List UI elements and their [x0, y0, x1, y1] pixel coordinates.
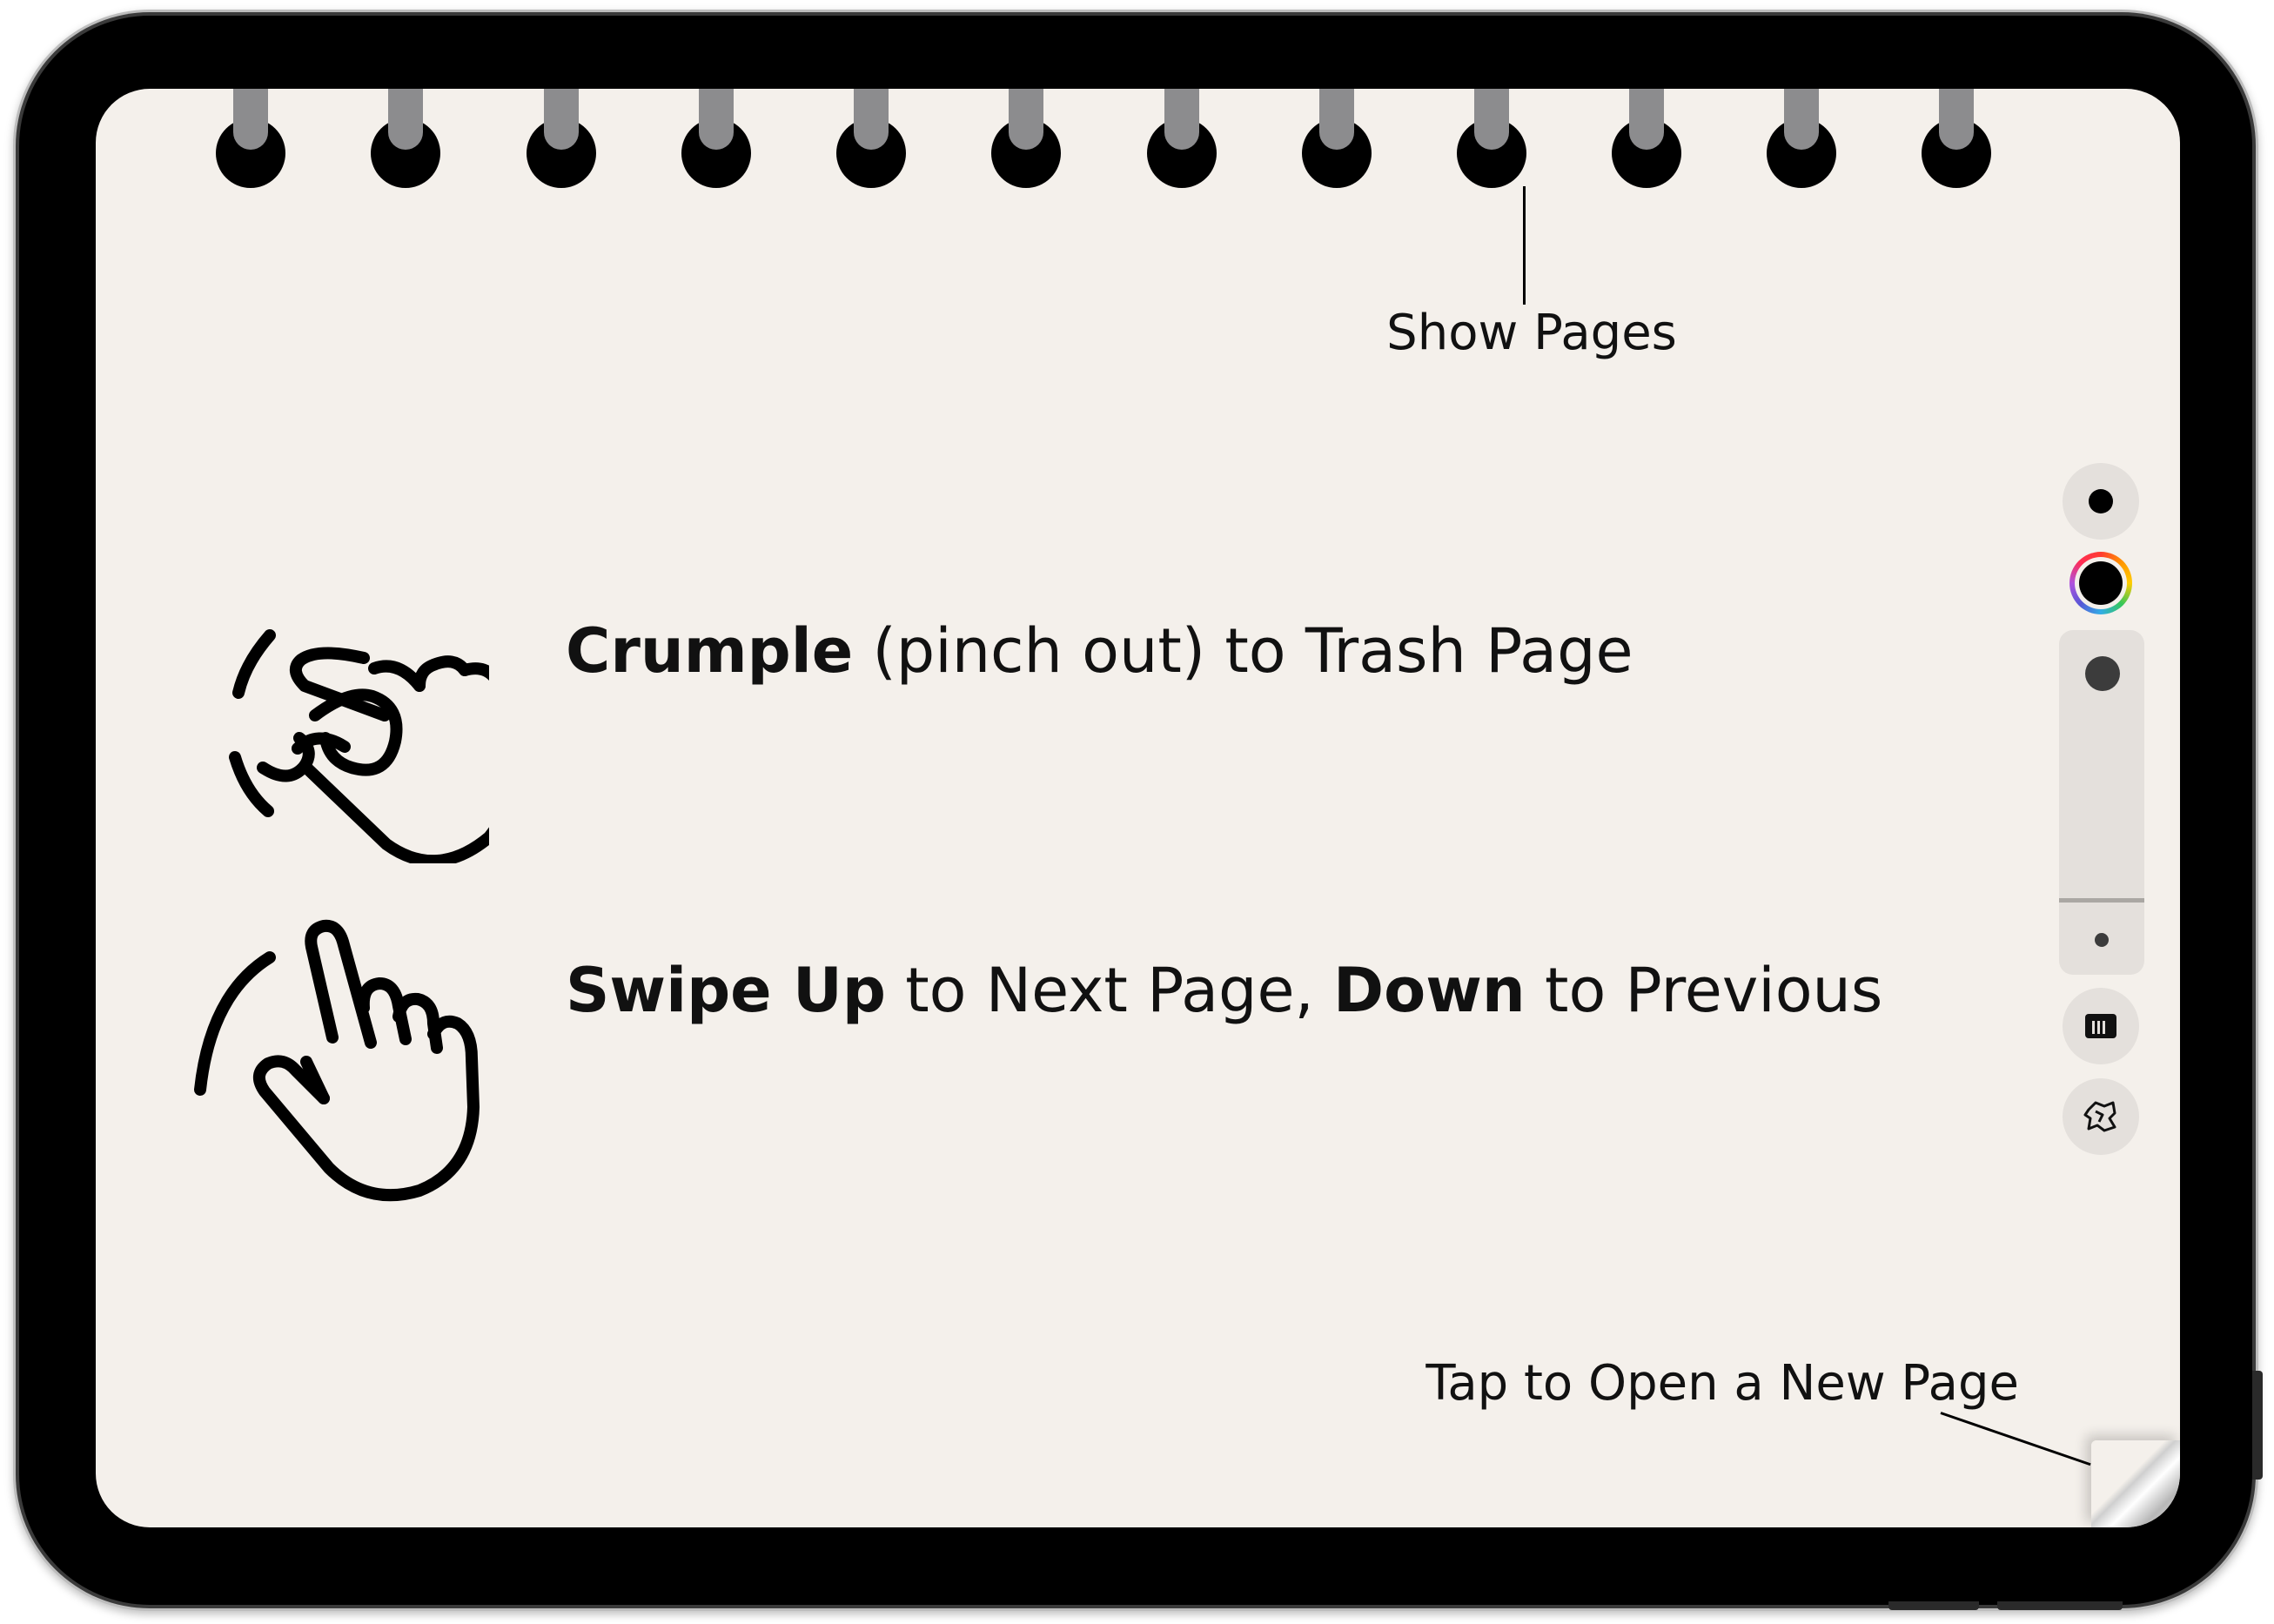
side-button [2252, 1371, 2263, 1480]
swipe-up-bold: Swipe Up [566, 955, 886, 1026]
crumple-bold: Crumple [566, 615, 854, 687]
spiral-ring[interactable] [369, 89, 442, 193]
spiral-ring[interactable] [989, 89, 1063, 193]
spiral-ring[interactable] [1145, 89, 1218, 193]
small-size-dot[interactable] [2095, 933, 2109, 947]
crumple-paper-icon [2083, 1101, 2116, 1132]
show-pages-label: Show Pages [1386, 305, 1677, 361]
notebook-page: Show Pages Crumple (pinch out) to Trash … [96, 89, 2180, 1527]
crumple-button[interactable] [2063, 1078, 2139, 1155]
stroke-size-slider[interactable] [2059, 630, 2144, 975]
spiral-ring[interactable] [1455, 89, 1528, 193]
notebook-button[interactable] [2063, 988, 2139, 1064]
current-color-swatch [2079, 561, 2123, 605]
spiral-ring[interactable] [1300, 89, 1373, 193]
show-pages-callout-line [1523, 186, 1526, 305]
volume-button [1888, 1601, 1979, 1610]
spiral-ring[interactable] [680, 89, 753, 193]
spiral-ring[interactable] [1610, 89, 1683, 193]
swipe-instruction: Swipe Up to Next Page, Down to Previous [566, 955, 1882, 1026]
swipe-down-bold: Down [1333, 955, 1526, 1026]
slider-divider [2059, 898, 2144, 903]
crumple-instruction: Crumple (pinch out) to Trash Page [566, 615, 1633, 687]
slider-knob[interactable] [2085, 656, 2120, 691]
spiral-ring[interactable] [214, 89, 287, 193]
swipe-rest: to Previous [1525, 955, 1883, 1026]
crumple-hand-icon [229, 629, 489, 863]
pen-size-button[interactable] [2063, 463, 2139, 540]
spiral-ring[interactable] [525, 89, 598, 193]
spiral-ring[interactable] [1765, 89, 1838, 193]
new-page-label: Tap to Open a New Page [1425, 1355, 2019, 1412]
notebook-icon [2085, 1014, 2116, 1038]
page-curl-corner[interactable] [2091, 1440, 2180, 1527]
pen-size-icon [2089, 489, 2113, 513]
volume-button [1997, 1601, 2123, 1610]
swipe-hand-icon [194, 919, 480, 1202]
crumple-rest: (pinch out) to Trash Page [853, 615, 1633, 687]
new-page-callout-line [1940, 1412, 2091, 1466]
color-picker-button[interactable] [2069, 552, 2132, 614]
spiral-ring[interactable] [1920, 89, 1993, 193]
swipe-mid: to Next Page, [885, 955, 1334, 1026]
spiral-ring[interactable] [835, 89, 908, 193]
